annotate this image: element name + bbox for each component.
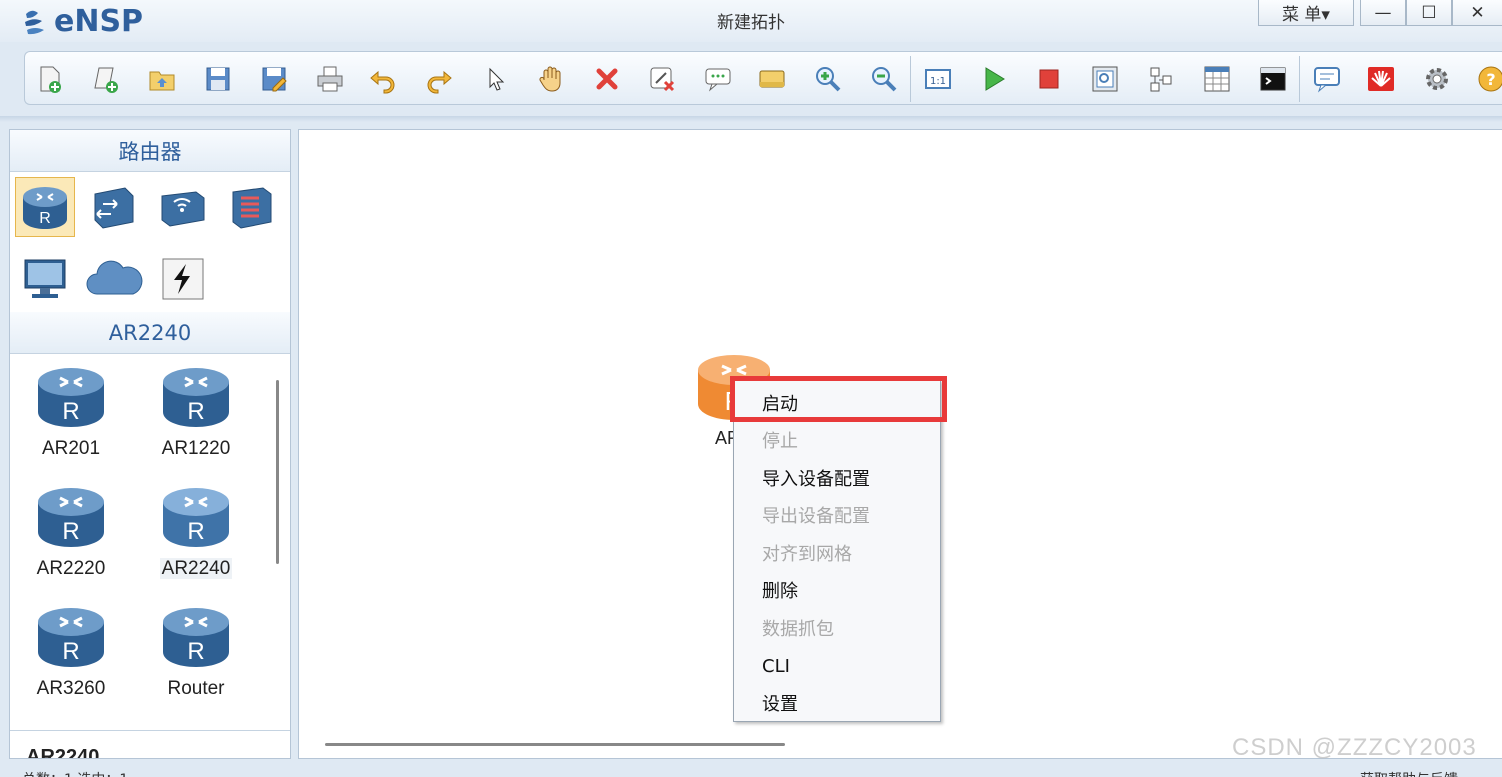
help-icon[interactable]: ? [1475, 63, 1502, 95]
svg-text:R: R [187, 518, 204, 545]
grid-icon[interactable] [1201, 63, 1233, 95]
svg-text:R: R [187, 638, 204, 665]
hand-pan-icon[interactable] [535, 63, 567, 95]
new-example-icon[interactable] [90, 63, 122, 95]
svg-text:?: ? [1486, 70, 1495, 89]
model-label: AR1220 [161, 438, 231, 459]
menu-item-stop: 停止 [762, 431, 798, 452]
router-model-icon: R [163, 368, 229, 427]
save-as-icon[interactable] [258, 63, 290, 95]
toolbar-separator [910, 56, 911, 102]
annotation-highlight [730, 376, 947, 422]
start-device-icon[interactable] [978, 63, 1010, 95]
description-title: AR2240 [26, 746, 100, 758]
link-category-icon[interactable] [153, 249, 213, 309]
device-context-menu: 启动 停止 导入设备配置 导出设备配置 对齐到网格 删除 数据抓包 CLI 设置 [733, 380, 941, 722]
model-item-ar1220[interactable]: R AR1220 [141, 364, 251, 474]
svg-text:R: R [39, 210, 51, 227]
select-pointer-icon[interactable] [479, 63, 511, 95]
status-left-text: 总数：1 选中：1 [22, 769, 128, 777]
zoom-out-icon[interactable] [868, 63, 900, 95]
maximize-button[interactable]: ☐ [1406, 0, 1452, 26]
model-label: AR2220 [36, 558, 106, 579]
model-item-ar201[interactable]: R AR201 [16, 364, 126, 474]
console-icon[interactable] [1257, 63, 1289, 95]
wlan-category-icon[interactable] [153, 177, 213, 237]
svg-text:R: R [62, 398, 79, 425]
window-controls: 菜 单▾ — ☐ ✕ [1258, 0, 1502, 26]
toolbar-shadow [0, 116, 1502, 122]
close-button[interactable]: ✕ [1452, 0, 1502, 26]
delete-link-icon[interactable] [646, 63, 678, 95]
svg-text:R: R [62, 518, 79, 545]
model-label: AR201 [41, 438, 101, 459]
rectangle-icon[interactable] [756, 63, 788, 95]
menu-item-settings[interactable]: 设置 [734, 687, 940, 723]
device-label: AR [715, 428, 735, 448]
new-topology-icon[interactable] [34, 63, 66, 95]
menu-item-cli[interactable]: CLI [734, 649, 940, 685]
model-label: AR3260 [36, 678, 106, 699]
main-toolbar: 1:1 ? [24, 51, 1502, 105]
settings-icon[interactable] [1421, 63, 1453, 95]
undo-icon[interactable] [367, 63, 399, 95]
status-bar: 总数：1 选中：1 获取帮助与反馈 [0, 762, 1502, 777]
zoom-in-icon[interactable] [812, 63, 844, 95]
model-list-scrollbar[interactable] [276, 380, 279, 564]
toolbar-separator [1299, 56, 1300, 102]
delete-icon[interactable] [591, 63, 623, 95]
forum-icon[interactable] [1311, 63, 1343, 95]
model-item-ar2220[interactable]: R AR2220 [16, 484, 126, 594]
menu-item-align-grid: 对齐到网格 [762, 544, 852, 565]
menu-item-delete[interactable]: 删除 [734, 574, 940, 610]
topology-icon[interactable] [1145, 63, 1177, 95]
svg-text:R: R [187, 398, 204, 425]
capture-icon[interactable] [1089, 63, 1121, 95]
router-model-icon: R [163, 608, 229, 667]
save-icon[interactable] [202, 63, 234, 95]
router-model-icon: R [38, 488, 104, 547]
model-item-ar3260[interactable]: R AR3260 [16, 604, 126, 714]
category-header: 路由器 [10, 130, 290, 172]
cloud-category-icon[interactable] [84, 249, 144, 309]
huawei-icon[interactable] [1365, 63, 1397, 95]
model-header: AR2240 [10, 312, 290, 354]
firewall-category-icon[interactable] [222, 177, 282, 237]
print-icon[interactable] [314, 63, 346, 95]
device-panel: 路由器 R AR2240 R AR201 R AR1220 R AR2220 R… [9, 129, 291, 759]
menu-item-export-config: 导出设备配置 [762, 506, 870, 527]
router-category-icon[interactable]: R [15, 177, 75, 237]
model-label: Router [167, 678, 225, 699]
menu-item-capture: 数据抓包 [762, 619, 834, 640]
svg-text:R: R [62, 638, 79, 665]
title-bar: eNSP 新建拓扑 菜 单▾ — ☐ ✕ [0, 0, 1502, 42]
canvas-scrollbar[interactable] [325, 743, 785, 746]
model-label: AR2240 [159, 558, 233, 579]
status-help-link[interactable]: 获取帮助与反馈 [1360, 769, 1458, 777]
main-menu-button[interactable]: 菜 单▾ [1258, 0, 1354, 26]
stop-device-icon[interactable] [1033, 63, 1065, 95]
redo-icon[interactable] [423, 63, 455, 95]
svg-text:1:1: 1:1 [930, 76, 946, 87]
open-icon[interactable] [146, 63, 178, 95]
model-item-router[interactable]: R Router [141, 604, 251, 714]
router-model-icon: R [163, 488, 229, 547]
model-item-ar2240[interactable]: R AR2240 [141, 484, 251, 594]
menu-item-import-config[interactable]: 导入设备配置 [734, 462, 940, 498]
router-model-icon: R [38, 368, 104, 427]
router-model-icon: R [38, 608, 104, 667]
text-note-icon[interactable] [702, 63, 734, 95]
switch-category-icon[interactable] [84, 177, 144, 237]
pc-category-icon[interactable] [15, 249, 75, 309]
description-tab: AR2240 [10, 730, 290, 758]
minimize-button[interactable]: — [1360, 0, 1406, 26]
restore-size-icon[interactable]: 1:1 [922, 63, 954, 95]
watermark: CSDN @ZZZCY2003 [1232, 734, 1477, 761]
